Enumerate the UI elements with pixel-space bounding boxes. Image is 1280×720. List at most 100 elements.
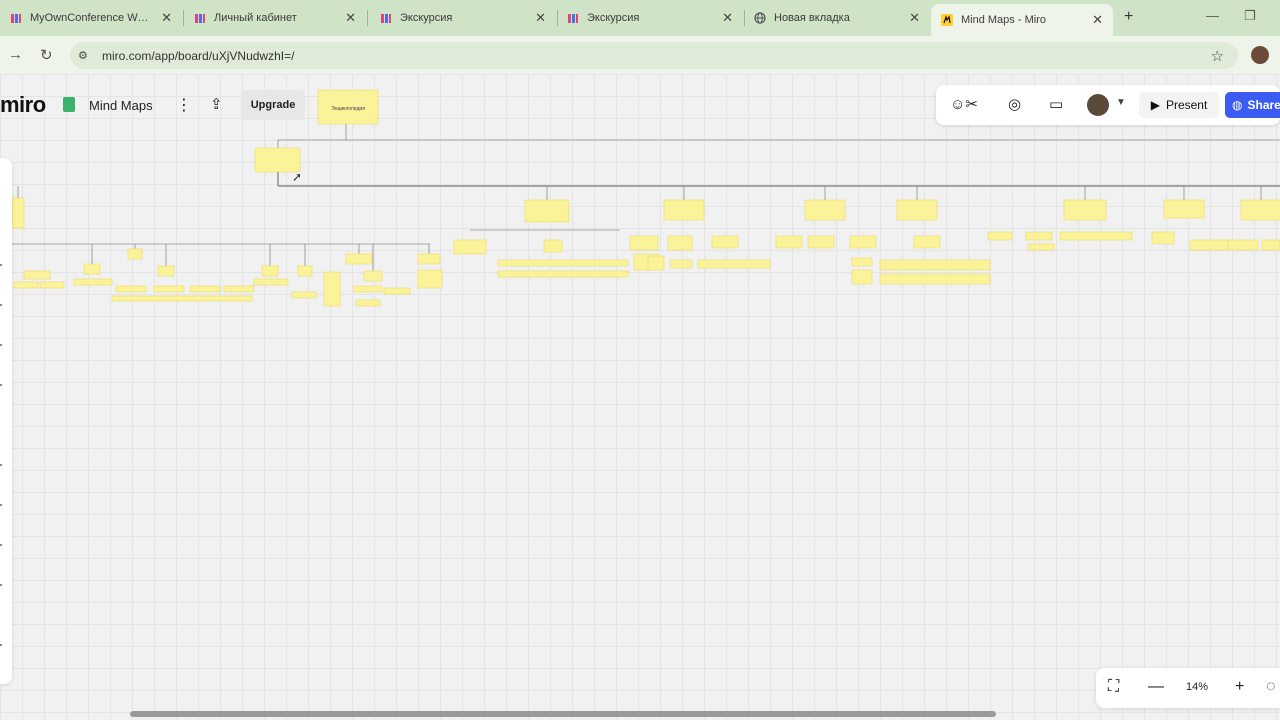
sticky-note[interactable] (223, 285, 255, 293)
sticky-note[interactable] (297, 265, 313, 277)
sticky-note[interactable] (879, 273, 991, 285)
zoom-in-icon[interactable]: + (1235, 678, 1244, 696)
sticky-note[interactable] (807, 235, 835, 249)
sticky-note[interactable] (157, 265, 175, 277)
root-node-label[interactable]: Энциклопедия (331, 106, 365, 112)
sticky-note[interactable] (913, 235, 941, 249)
sticky-note[interactable] (1151, 231, 1175, 245)
site-settings-icon[interactable]: ⚙ (78, 49, 92, 62)
sticky-note[interactable] (1027, 243, 1055, 251)
close-tab-icon[interactable]: ✕ (722, 10, 733, 26)
creation-toolbar[interactable] (0, 158, 12, 684)
tool-icon[interactable] (0, 464, 2, 466)
board-canvas[interactable]: Энциклопедия miro Mind Maps ⋮ ⇪ Upgrade … (0, 74, 1280, 720)
restore-icon[interactable]: ❐ (1244, 8, 1256, 24)
sticky-note[interactable] (775, 235, 803, 249)
sticky-note[interactable] (663, 199, 705, 221)
sticky-note[interactable] (23, 270, 51, 280)
sticky-note[interactable] (1163, 199, 1205, 219)
sticky-note[interactable] (291, 291, 317, 299)
tool-icon[interactable] (0, 384, 2, 386)
tool-icon[interactable] (0, 304, 2, 306)
sticky-note[interactable] (253, 278, 289, 286)
sticky-note[interactable] (345, 253, 373, 265)
sticky-note[interactable] (261, 265, 279, 277)
tool-icon[interactable] (0, 344, 2, 346)
sticky-note[interactable] (363, 270, 383, 282)
sticky-note[interactable] (987, 231, 1013, 241)
sticky-note[interactable] (189, 285, 221, 293)
sticky-note[interactable] (417, 253, 441, 265)
horizontal-scrollbar[interactable] (130, 711, 996, 717)
close-tab-icon[interactable]: ✕ (909, 10, 920, 26)
sticky-note[interactable] (647, 255, 665, 271)
browser-tab-4[interactable]: Экскурсия ✕ (557, 4, 743, 32)
chevron-down-icon[interactable]: ▼ (1116, 97, 1126, 108)
sticky-note[interactable] (711, 235, 739, 249)
sticky-note[interactable] (73, 278, 113, 286)
upgrade-button[interactable]: Upgrade (241, 90, 305, 120)
export-icon[interactable]: ⇪ (210, 95, 223, 113)
tool-icon[interactable] (0, 544, 2, 546)
sticky-note[interactable] (153, 285, 185, 293)
sticky-note[interactable] (896, 199, 938, 221)
video-call-icon[interactable]: ▭ (1049, 95, 1063, 113)
sticky-note[interactable] (115, 285, 147, 293)
close-tab-icon[interactable]: ✕ (345, 10, 356, 26)
share-button[interactable]: ◍ Share (1225, 92, 1280, 118)
close-tab-icon[interactable]: ✕ (1092, 12, 1103, 28)
tool-icon[interactable] (0, 504, 2, 506)
sticky-note[interactable] (111, 295, 253, 302)
sticky-note[interactable] (417, 269, 443, 289)
address-bar[interactable]: ⚙ miro.com/app/board/uXjVNudwzhI=/ ☆ (70, 42, 1238, 69)
sticky-note[interactable] (1025, 231, 1053, 241)
sticky-note[interactable] (83, 263, 101, 275)
new-tab-icon[interactable]: + (1124, 8, 1133, 26)
tool-icon[interactable] (0, 584, 2, 586)
sticky-note[interactable] (804, 199, 846, 221)
sticky-note[interactable] (524, 199, 570, 223)
present-button[interactable]: ▶ Present (1139, 92, 1219, 118)
sticky-note[interactable] (13, 281, 39, 289)
sticky-note[interactable] (39, 281, 65, 289)
browser-tab-active[interactable]: Mind Maps - Miro ✕ (931, 4, 1113, 36)
user-avatar[interactable] (1087, 94, 1109, 116)
sticky-note[interactable] (667, 235, 693, 251)
sticky-note[interactable] (851, 269, 873, 285)
sticky-note[interactable] (1189, 239, 1231, 251)
zoom-level[interactable]: 14% (1186, 681, 1208, 693)
close-tab-icon[interactable]: ✕ (535, 10, 546, 26)
comments-icon[interactable]: ◎ (1008, 95, 1021, 113)
sticky-note[interactable] (849, 235, 877, 249)
zoom-out-icon[interactable]: — (1148, 678, 1164, 696)
sticky-note[interactable] (879, 259, 991, 271)
sticky-note[interactable] (497, 259, 629, 267)
sticky-note[interactable] (1063, 199, 1107, 221)
forward-icon[interactable]: → (8, 46, 23, 63)
board-title[interactable]: Mind Maps (89, 98, 153, 113)
sticky-note[interactable] (1240, 199, 1280, 221)
minimize-icon[interactable]: — (1206, 8, 1219, 23)
reload-icon[interactable]: ↻ (40, 46, 53, 64)
sticky-note[interactable] (254, 147, 301, 173)
sticky-note[interactable] (629, 235, 659, 251)
board-menu-icon[interactable]: ⋮ (176, 95, 192, 115)
sticky-note[interactable] (353, 285, 383, 293)
sticky-note[interactable] (11, 197, 25, 229)
sticky-note[interactable] (453, 239, 487, 255)
sticky-note[interactable] (543, 239, 563, 253)
fit-to-screen-icon[interactable]: ⛶ (1108, 678, 1119, 696)
sticky-note[interactable] (1227, 239, 1259, 251)
mind-map[interactable]: Энциклопедия (0, 74, 1280, 720)
reactions-icon[interactable]: ☺✂ (950, 95, 978, 113)
sticky-note[interactable] (497, 270, 629, 278)
bookmark-star-icon[interactable]: ☆ (1211, 47, 1224, 65)
close-tab-icon[interactable]: ✕ (161, 10, 172, 26)
profile-avatar[interactable] (1251, 46, 1269, 64)
browser-tab-5[interactable]: Новая вкладка ✕ (744, 4, 930, 32)
help-icon[interactable]: ◌ (1266, 678, 1276, 696)
miro-logo[interactable]: miro (0, 92, 46, 118)
sticky-note[interactable] (851, 257, 873, 267)
browser-tab-2[interactable]: Личный кабинет ✕ (184, 4, 366, 32)
tool-icon[interactable] (0, 644, 2, 646)
